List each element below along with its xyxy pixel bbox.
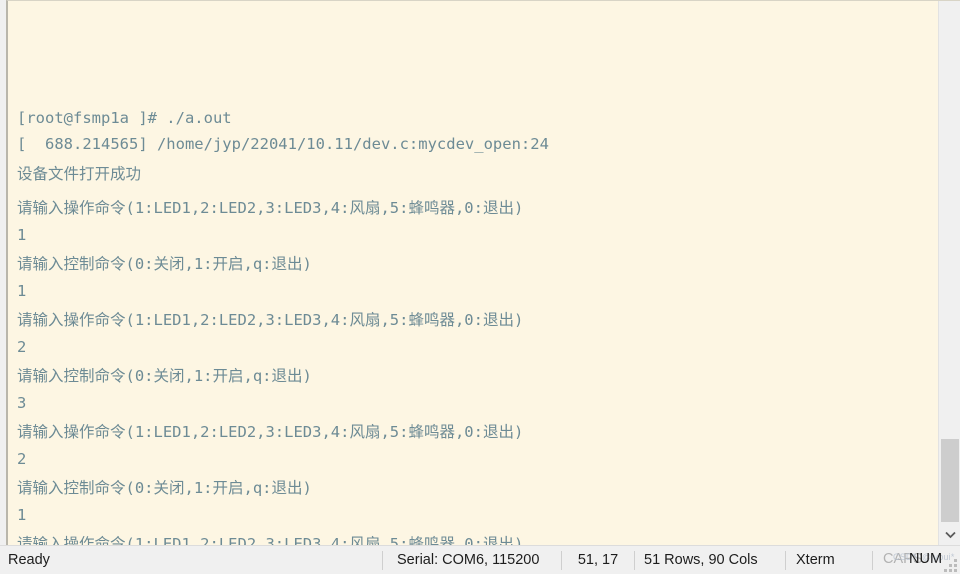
- terminal-window: [root@fsmp1a ]# ./a.out [ 688.214565] /ho…: [0, 0, 960, 574]
- status-screen-dimensions: 51 Rows, 90 Cols: [644, 552, 758, 568]
- chevron-down-icon: [944, 531, 956, 539]
- terminal-scrollbar[interactable]: [938, 1, 960, 545]
- terminal-line: 2: [17, 450, 27, 468]
- scrollbar-thumb[interactable]: [941, 439, 959, 522]
- terminal-line: 请输入操作命令(1:LED1,2:LED2,3:LED3,4:风扇,5:蜂鸣器,…: [17, 423, 524, 441]
- terminal-line: 设备文件打开成功: [17, 165, 142, 183]
- terminal-line: 请输入操作命令(1:LED1,2:LED2,3:LED3,4:风扇,5:蜂鸣器,…: [17, 535, 524, 545]
- terminal-output[interactable]: [root@fsmp1a ]# ./a.out [ 688.214565] /ho…: [8, 1, 960, 545]
- status-cursor-position: 51, 17: [577, 552, 619, 568]
- status-terminal-emulation[interactable]: Xterm: [786, 546, 872, 574]
- status-serial-settings[interactable]: Serial: COM6, 115200: [383, 546, 561, 574]
- terminal-line: 请输入控制命令(0:关闭,1:开启,q:退出): [17, 479, 312, 497]
- status-ready: Ready: [8, 552, 50, 568]
- terminal-line: 请输入操作命令(1:LED1,2:LED2,3:LED3,4:风扇,5:蜂鸣器,…: [17, 199, 524, 217]
- status-num-lock-indicator: NUM: [909, 550, 943, 567]
- terminal-line: 3: [17, 394, 27, 412]
- status-key-indicators: CAPS CSDN @jypui* NUM: [873, 546, 960, 574]
- window-resize-grip[interactable]: [944, 558, 957, 572]
- status-bar: Ready Serial: COM6, 115200 51, 17 51 Row…: [0, 545, 960, 574]
- terminal-line: 2: [17, 338, 27, 356]
- terminal-line: 请输入操作命令(1:LED1,2:LED2,3:LED3,4:风扇,5:蜂鸣器,…: [17, 311, 524, 329]
- terminal-area: [root@fsmp1a ]# ./a.out [ 688.214565] /ho…: [0, 0, 960, 545]
- terminal-line: 请输入控制命令(0:关闭,1:开启,q:退出): [17, 367, 312, 385]
- terminal-line: 请输入控制命令(0:关闭,1:开启,q:退出): [17, 255, 312, 273]
- terminal-line: 1: [17, 506, 27, 524]
- terminal-line: [ 688.214565] /home/jyp/22041/10.11/dev.…: [17, 135, 549, 153]
- terminal-line: [root@fsmp1a ]# ./a.out: [17, 109, 232, 127]
- terminal-frame[interactable]: [root@fsmp1a ]# ./a.out [ 688.214565] /ho…: [6, 0, 960, 545]
- terminal-line: 1: [17, 282, 27, 300]
- terminal-line: 1: [17, 226, 27, 244]
- scroll-down-button[interactable]: [941, 524, 959, 545]
